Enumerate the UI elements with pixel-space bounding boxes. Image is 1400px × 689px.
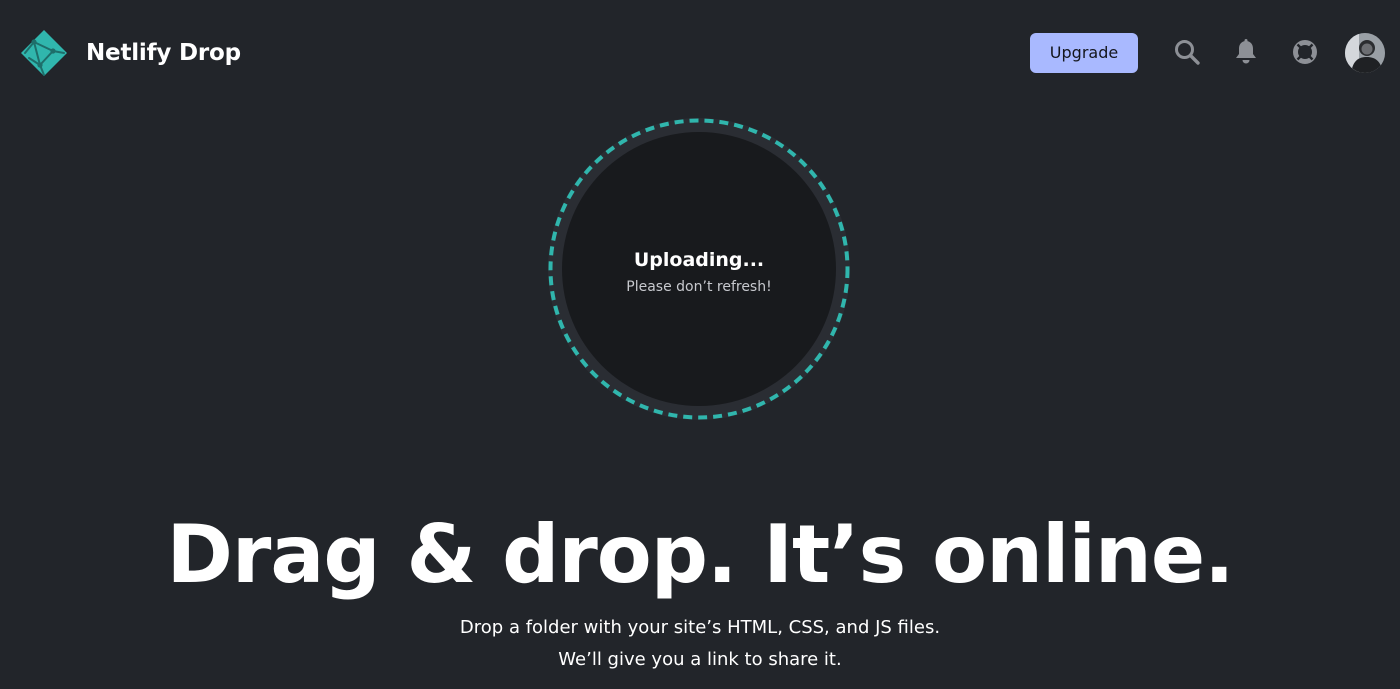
upload-dropzone[interactable]: Uploading... Please don’t refresh! [548,118,850,420]
help-button[interactable] [1289,36,1321,68]
hero-share-note: We’ll give you a link to share it. [558,649,842,670]
lifebuoy-icon [1291,38,1319,66]
upload-hint: Please don’t refresh! [626,279,772,295]
netlify-logo-icon [20,29,68,77]
bell-icon [1233,38,1259,66]
search-icon [1173,38,1201,66]
dropzone-inner: Uploading... Please don’t refresh! [562,132,836,406]
notifications-button[interactable] [1230,36,1262,68]
search-button[interactable] [1171,36,1203,68]
brand-name: Netlify Drop [86,40,241,66]
user-avatar[interactable] [1345,33,1385,73]
brand-home-link[interactable]: Netlify Drop [20,28,241,78]
upgrade-button[interactable]: Upgrade [1030,33,1138,73]
upload-status: Uploading... [633,249,765,271]
hero-description: Drop a folder with your site’s HTML, CSS… [459,617,941,638]
netlify-drop-page: Netlify Drop Upgrade Uploading... Please… [0,0,1400,689]
hero-title: Drag & drop. It’s online. [166,508,1235,601]
